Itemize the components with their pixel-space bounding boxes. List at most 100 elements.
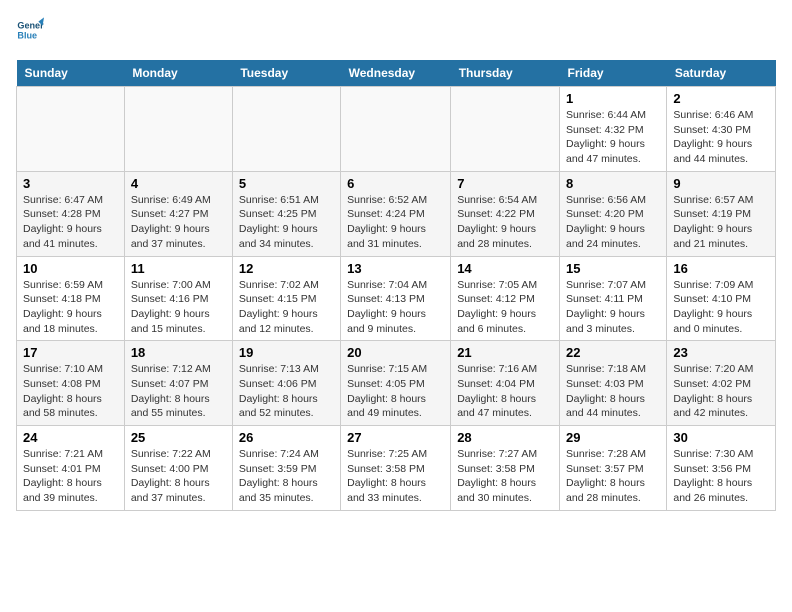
header-tuesday: Tuesday bbox=[232, 60, 340, 87]
day-number: 16 bbox=[673, 261, 769, 276]
day-info: Sunrise: 6:54 AM Sunset: 4:22 PM Dayligh… bbox=[457, 193, 553, 252]
day-number: 17 bbox=[23, 345, 118, 360]
day-info: Sunrise: 7:21 AM Sunset: 4:01 PM Dayligh… bbox=[23, 447, 118, 506]
day-info: Sunrise: 7:27 AM Sunset: 3:58 PM Dayligh… bbox=[457, 447, 553, 506]
header-wednesday: Wednesday bbox=[341, 60, 451, 87]
day-number: 23 bbox=[673, 345, 769, 360]
day-info: Sunrise: 6:46 AM Sunset: 4:30 PM Dayligh… bbox=[673, 108, 769, 167]
svg-text:Blue: Blue bbox=[17, 30, 37, 40]
calendar-cell: 27Sunrise: 7:25 AM Sunset: 3:58 PM Dayli… bbox=[341, 426, 451, 511]
day-number: 29 bbox=[566, 430, 660, 445]
day-number: 9 bbox=[673, 176, 769, 191]
day-info: Sunrise: 6:51 AM Sunset: 4:25 PM Dayligh… bbox=[239, 193, 334, 252]
day-info: Sunrise: 7:22 AM Sunset: 4:00 PM Dayligh… bbox=[131, 447, 226, 506]
calendar-cell: 25 Sunrise: 7:22 AM Sunset: 4:00 PM Dayli… bbox=[124, 426, 232, 511]
day-number: 6 bbox=[347, 176, 444, 191]
day-number: 2 bbox=[673, 91, 769, 106]
day-number: 13 bbox=[347, 261, 444, 276]
day-info: Sunrise: 7:12 AM Sunset: 4:07 PM Dayligh… bbox=[131, 362, 226, 421]
day-number: 3 bbox=[23, 176, 118, 191]
day-number: 27 bbox=[347, 430, 444, 445]
calendar-cell: 17 Sunrise: 7:10 AM Sunset: 4:08 PM Dayli… bbox=[17, 341, 125, 426]
day-info: Sunrise: 7:00 AM Sunset: 4:16 PM Dayligh… bbox=[131, 278, 226, 337]
header-saturday: Saturday bbox=[667, 60, 776, 87]
calendar-cell: 20 Sunrise: 7:15 AM Sunset: 4:05 PM Dayli… bbox=[341, 341, 451, 426]
calendar-cell: 26Sunrise: 7:24 AM Sunset: 3:59 PM Dayli… bbox=[232, 426, 340, 511]
day-number: 21 bbox=[457, 345, 553, 360]
calendar-cell bbox=[17, 87, 125, 172]
calendar-cell: 4 Sunrise: 6:49 AM Sunset: 4:27 PM Daylig… bbox=[124, 171, 232, 256]
calendar-cell: 16 Sunrise: 7:09 AM Sunset: 4:10 PM Dayli… bbox=[667, 256, 776, 341]
day-number: 22 bbox=[566, 345, 660, 360]
header-friday: Friday bbox=[560, 60, 667, 87]
calendar-cell: 8 Sunrise: 6:56 AM Sunset: 4:20 PM Daylig… bbox=[560, 171, 667, 256]
calendar-cell: 28 Sunrise: 7:27 AM Sunset: 3:58 PM Dayli… bbox=[451, 426, 560, 511]
calendar-cell: 22Sunrise: 7:18 AM Sunset: 4:03 PM Dayli… bbox=[560, 341, 667, 426]
day-number: 4 bbox=[131, 176, 226, 191]
calendar-table: SundayMondayTuesdayWednesdayThursdayFrid… bbox=[16, 60, 776, 511]
day-info: Sunrise: 7:20 AM Sunset: 4:02 PM Dayligh… bbox=[673, 362, 769, 421]
calendar-cell: 18 Sunrise: 7:12 AM Sunset: 4:07 PM Dayli… bbox=[124, 341, 232, 426]
day-number: 24 bbox=[23, 430, 118, 445]
calendar-cell bbox=[232, 87, 340, 172]
calendar-cell: 24 Sunrise: 7:21 AM Sunset: 4:01 PM Dayli… bbox=[17, 426, 125, 511]
calendar-cell: 15 Sunrise: 7:07 AM Sunset: 4:11 PM Dayli… bbox=[560, 256, 667, 341]
day-number: 18 bbox=[131, 345, 226, 360]
day-info: Sunrise: 7:09 AM Sunset: 4:10 PM Dayligh… bbox=[673, 278, 769, 337]
day-number: 12 bbox=[239, 261, 334, 276]
calendar-cell: 11 Sunrise: 7:00 AM Sunset: 4:16 PM Dayli… bbox=[124, 256, 232, 341]
day-number: 19 bbox=[239, 345, 334, 360]
calendar-cell: 9 Sunrise: 6:57 AM Sunset: 4:19 PM Daylig… bbox=[667, 171, 776, 256]
day-info: Sunrise: 6:59 AM Sunset: 4:18 PM Dayligh… bbox=[23, 278, 118, 337]
day-number: 14 bbox=[457, 261, 553, 276]
week-row-4: 24 Sunrise: 7:21 AM Sunset: 4:01 PM Dayli… bbox=[17, 426, 776, 511]
day-info: Sunrise: 7:28 AM Sunset: 3:57 PM Dayligh… bbox=[566, 447, 660, 506]
day-info: Sunrise: 7:07 AM Sunset: 4:11 PM Dayligh… bbox=[566, 278, 660, 337]
day-number: 11 bbox=[131, 261, 226, 276]
day-number: 1 bbox=[566, 91, 660, 106]
logo: General Blue bbox=[16, 16, 48, 44]
day-info: Sunrise: 7:24 AM Sunset: 3:59 PM Dayligh… bbox=[239, 447, 334, 506]
calendar-cell: 29 Sunrise: 7:28 AM Sunset: 3:57 PM Dayli… bbox=[560, 426, 667, 511]
day-number: 28 bbox=[457, 430, 553, 445]
calendar-cell bbox=[124, 87, 232, 172]
day-info: Sunrise: 6:52 AM Sunset: 4:24 PM Dayligh… bbox=[347, 193, 444, 252]
calendar-cell: 10 Sunrise: 6:59 AM Sunset: 4:18 PM Dayli… bbox=[17, 256, 125, 341]
day-info: Sunrise: 7:10 AM Sunset: 4:08 PM Dayligh… bbox=[23, 362, 118, 421]
day-number: 20 bbox=[347, 345, 444, 360]
week-row-2: 10 Sunrise: 6:59 AM Sunset: 4:18 PM Dayli… bbox=[17, 256, 776, 341]
day-number: 5 bbox=[239, 176, 334, 191]
day-info: Sunrise: 6:49 AM Sunset: 4:27 PM Dayligh… bbox=[131, 193, 226, 252]
day-number: 25 bbox=[131, 430, 226, 445]
header-row: SundayMondayTuesdayWednesdayThursdayFrid… bbox=[17, 60, 776, 87]
day-info: Sunrise: 6:57 AM Sunset: 4:19 PM Dayligh… bbox=[673, 193, 769, 252]
day-info: Sunrise: 7:16 AM Sunset: 4:04 PM Dayligh… bbox=[457, 362, 553, 421]
calendar-cell: 14 Sunrise: 7:05 AM Sunset: 4:12 PM Dayli… bbox=[451, 256, 560, 341]
header-monday: Monday bbox=[124, 60, 232, 87]
calendar-cell: 3 Sunrise: 6:47 AM Sunset: 4:28 PM Daylig… bbox=[17, 171, 125, 256]
calendar-cell: 19Sunrise: 7:13 AM Sunset: 4:06 PM Dayli… bbox=[232, 341, 340, 426]
calendar-cell bbox=[341, 87, 451, 172]
calendar-cell: 21 Sunrise: 7:16 AM Sunset: 4:04 PM Dayli… bbox=[451, 341, 560, 426]
calendar-cell: 6 Sunrise: 6:52 AM Sunset: 4:24 PM Daylig… bbox=[341, 171, 451, 256]
day-info: Sunrise: 7:05 AM Sunset: 4:12 PM Dayligh… bbox=[457, 278, 553, 337]
day-number: 7 bbox=[457, 176, 553, 191]
day-number: 10 bbox=[23, 261, 118, 276]
week-row-1: 3 Sunrise: 6:47 AM Sunset: 4:28 PM Daylig… bbox=[17, 171, 776, 256]
calendar-cell: 7 Sunrise: 6:54 AM Sunset: 4:22 PM Daylig… bbox=[451, 171, 560, 256]
day-info: Sunrise: 6:56 AM Sunset: 4:20 PM Dayligh… bbox=[566, 193, 660, 252]
week-row-3: 17 Sunrise: 7:10 AM Sunset: 4:08 PM Dayli… bbox=[17, 341, 776, 426]
calendar-cell: 30Sunrise: 7:30 AM Sunset: 3:56 PM Dayli… bbox=[667, 426, 776, 511]
calendar-cell: 2 Sunrise: 6:46 AM Sunset: 4:30 PM Daylig… bbox=[667, 87, 776, 172]
day-number: 30 bbox=[673, 430, 769, 445]
calendar-cell: 13Sunrise: 7:04 AM Sunset: 4:13 PM Dayli… bbox=[341, 256, 451, 341]
calendar-cell: 12Sunrise: 7:02 AM Sunset: 4:15 PM Dayli… bbox=[232, 256, 340, 341]
calendar-cell: 23 Sunrise: 7:20 AM Sunset: 4:02 PM Dayli… bbox=[667, 341, 776, 426]
day-number: 8 bbox=[566, 176, 660, 191]
day-info: Sunrise: 6:47 AM Sunset: 4:28 PM Dayligh… bbox=[23, 193, 118, 252]
day-info: Sunrise: 7:15 AM Sunset: 4:05 PM Dayligh… bbox=[347, 362, 444, 421]
calendar-cell: 1Sunrise: 6:44 AM Sunset: 4:32 PM Daylig… bbox=[560, 87, 667, 172]
day-number: 15 bbox=[566, 261, 660, 276]
calendar-cell: 5 Sunrise: 6:51 AM Sunset: 4:25 PM Daylig… bbox=[232, 171, 340, 256]
calendar-cell bbox=[451, 87, 560, 172]
